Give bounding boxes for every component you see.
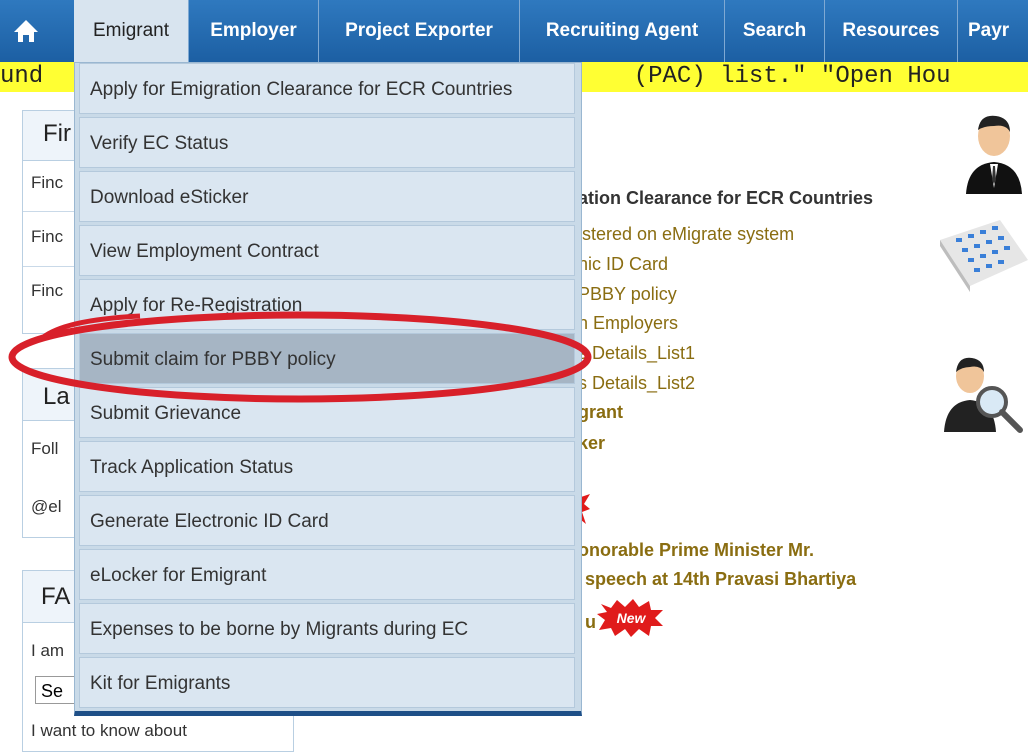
- content-link[interactable]: istered on eMigrate system: [578, 224, 794, 245]
- tab-payment[interactable]: Payr: [958, 0, 1028, 62]
- menu-item-kit-for-emigrants[interactable]: Kit for Emigrants: [79, 657, 575, 708]
- user-icon: [966, 115, 1022, 194]
- top-nav-bar: Emigrant Employer Project Exporter Recru…: [0, 0, 1028, 62]
- menu-item-view-employment-contract[interactable]: View Employment Contract: [79, 225, 575, 276]
- tab-employer[interactable]: Employer: [189, 0, 319, 62]
- menu-item-download-esticker[interactable]: Download eSticker: [79, 171, 575, 222]
- section-heading: ation Clearance for ECR Countries: [578, 188, 874, 208]
- follow-text: Foll: [31, 439, 59, 458]
- menu-item-elocker[interactable]: eLocker for Emigrant: [79, 549, 575, 600]
- news-link[interactable]: u: [585, 612, 596, 633]
- home-icon[interactable]: [8, 13, 44, 49]
- content-link[interactable]: nic ID Card: [578, 254, 668, 275]
- tab-recruiting-agent[interactable]: Recruiting Agent: [520, 0, 725, 62]
- menu-item-apply-emigration-clearance[interactable]: Apply for Emigration Clearance for ECR C…: [79, 63, 575, 114]
- content-link[interactable]: ker: [578, 433, 605, 454]
- menu-item-expenses-borne-by-migrants[interactable]: Expenses to be borne by Migrants during …: [79, 603, 575, 654]
- menu-item-track-application-status[interactable]: Track Application Status: [79, 441, 575, 492]
- faq-label: I am: [31, 641, 65, 660]
- find-row[interactable]: Finc: [31, 173, 63, 193]
- news-link[interactable]: speech at 14th Pravasi Bhartiya: [585, 569, 856, 590]
- document-grid-icon: [940, 220, 1028, 292]
- social-handle[interactable]: @el: [31, 497, 62, 517]
- user-search-icon: [944, 357, 1023, 433]
- find-row[interactable]: Finc: [31, 281, 63, 301]
- new-badge-icon: New: [597, 599, 663, 637]
- tab-emigrant[interactable]: Emigrant: [74, 0, 189, 62]
- tab-project-exporter[interactable]: Project Exporter: [319, 0, 520, 62]
- news-link[interactable]: onorable Prime Minister Mr.: [578, 540, 814, 561]
- tab-search[interactable]: Search: [725, 0, 825, 62]
- new-badge-text: New: [617, 610, 647, 626]
- menu-item-generate-electronic-id-card[interactable]: Generate Electronic ID Card: [79, 495, 575, 546]
- annotation-ellipse: [8, 311, 592, 403]
- faq-footer-text: I want to know about: [31, 721, 187, 740]
- find-row[interactable]: Finc: [31, 227, 63, 247]
- tab-resources[interactable]: Resources: [825, 0, 958, 62]
- menu-item-verify-ec-status[interactable]: Verify EC Status: [79, 117, 575, 168]
